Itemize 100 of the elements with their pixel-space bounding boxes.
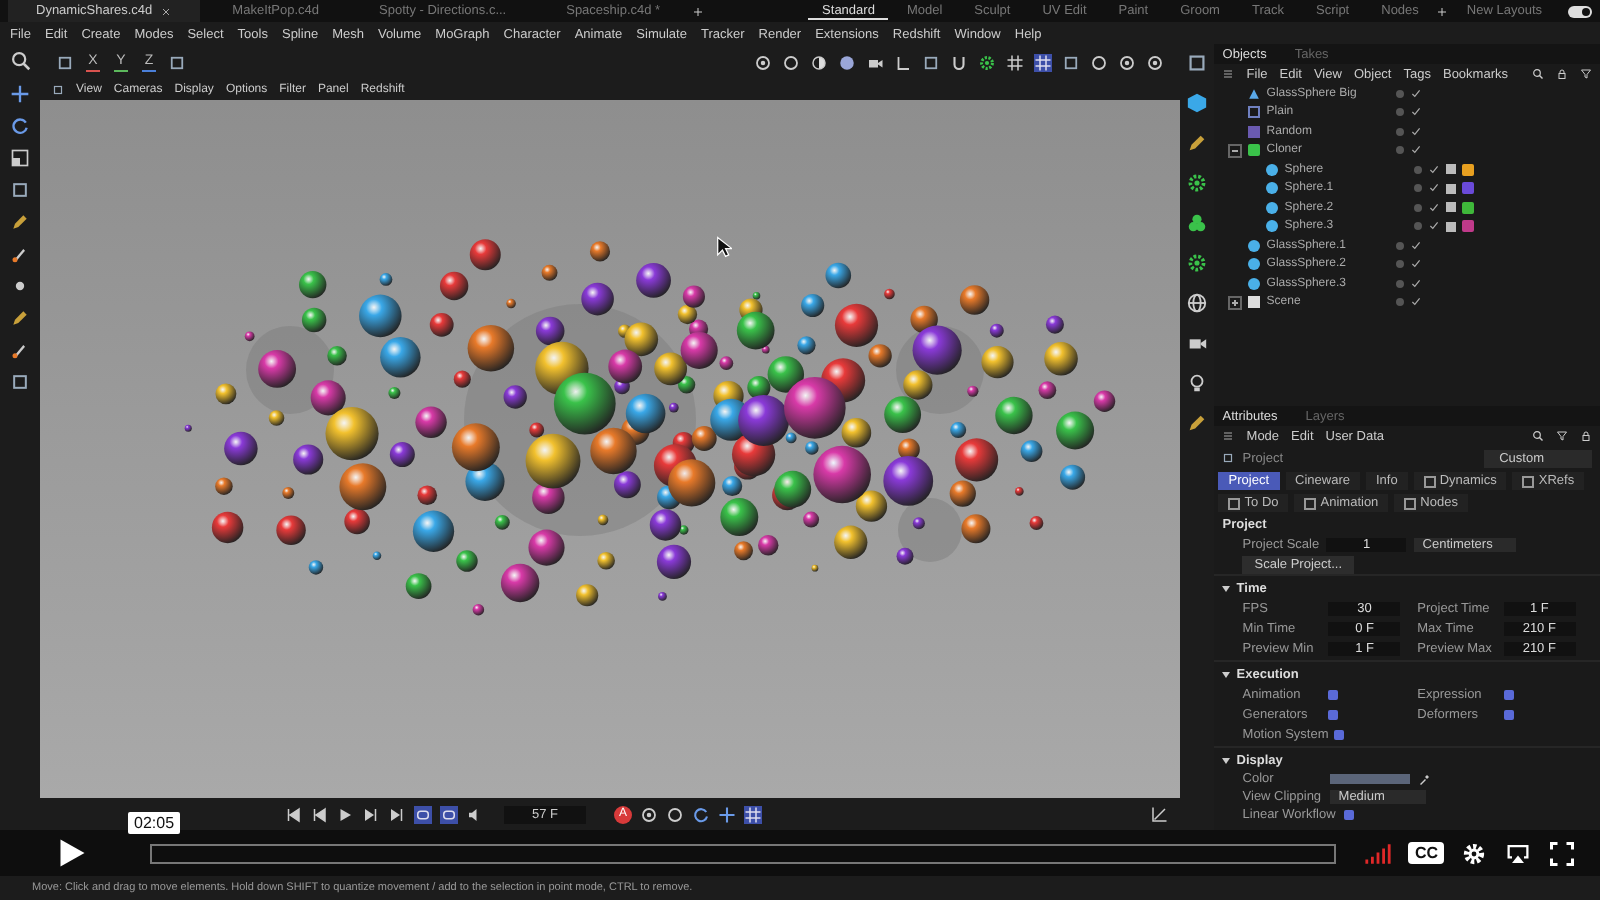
lock-icon[interactable] xyxy=(1580,430,1592,442)
gear-icon[interactable] xyxy=(1186,172,1209,194)
circle-icon[interactable] xyxy=(1146,54,1164,72)
visibility-dot-icon xyxy=(1396,298,1405,307)
play-icon[interactable] xyxy=(336,805,354,823)
visibility-dot-icon xyxy=(1396,108,1405,117)
globe-icon[interactable] xyxy=(1186,292,1209,314)
move-icon[interactable] xyxy=(718,805,737,823)
circle-icon[interactable] xyxy=(640,805,659,823)
rotate-icon[interactable] xyxy=(10,116,30,136)
lock-icon[interactable] xyxy=(1556,68,1568,80)
square-icon[interactable] xyxy=(1062,54,1080,72)
square-icon[interactable] xyxy=(10,180,30,200)
material-tag-icon[interactable] xyxy=(1462,201,1475,214)
pen-icon[interactable] xyxy=(1186,412,1209,434)
cube-icon[interactable] xyxy=(1186,92,1209,114)
progress-track[interactable] xyxy=(150,843,1337,863)
bulb-icon[interactable] xyxy=(1186,372,1209,394)
checkbox[interactable] xyxy=(1503,689,1514,699)
ring-icon[interactable] xyxy=(1090,54,1108,72)
bracket-icon xyxy=(1248,106,1261,119)
figure-icon xyxy=(1248,87,1261,100)
ring-icon[interactable] xyxy=(782,54,800,72)
visibility-dot-icon xyxy=(1414,203,1423,212)
square-icon xyxy=(1248,125,1261,138)
skip-icon[interactable] xyxy=(310,805,328,823)
visibility-dot-icon xyxy=(1414,222,1423,231)
cursor-icon xyxy=(716,236,732,258)
filter-icon[interactable] xyxy=(1580,68,1592,80)
sphere-icon[interactable] xyxy=(838,54,856,72)
pen-icon[interactable] xyxy=(1186,132,1209,154)
visibility-dot-icon xyxy=(1396,260,1405,269)
fullscreen-icon[interactable] xyxy=(1548,841,1576,865)
airplay-icon[interactable] xyxy=(1504,841,1532,865)
square-icon[interactable] xyxy=(1222,452,1235,464)
menu-icon[interactable] xyxy=(1222,68,1235,80)
ring-icon[interactable] xyxy=(666,805,685,823)
checkbox[interactable] xyxy=(1503,709,1514,719)
expand-icon[interactable] xyxy=(1228,295,1243,310)
filter-icon[interactable] xyxy=(1556,430,1568,442)
signal-bars-icon[interactable] xyxy=(1364,841,1393,865)
halfcircle-icon[interactable] xyxy=(810,54,828,72)
magnet-icon[interactable] xyxy=(950,54,968,72)
square-icon[interactable] xyxy=(922,54,940,72)
gridsel-icon[interactable] xyxy=(744,805,763,823)
search-icon[interactable] xyxy=(1532,430,1544,442)
corner-icon[interactable] xyxy=(894,54,912,72)
brush-icon[interactable] xyxy=(10,244,30,264)
circle-icon[interactable] xyxy=(1118,54,1136,72)
time-tooltip: 02:05 xyxy=(128,812,181,834)
graph-icon[interactable] xyxy=(1150,805,1168,823)
square-icon[interactable] xyxy=(1186,52,1209,74)
menu-icon[interactable] xyxy=(1222,430,1235,442)
plus-icon[interactable] xyxy=(1436,5,1449,17)
gear-icon[interactable] xyxy=(1186,252,1209,274)
square-icon[interactable] xyxy=(168,54,186,72)
skip-forward-icon[interactable] xyxy=(388,805,406,823)
collapse-icon[interactable] xyxy=(1228,143,1243,158)
close-icon[interactable] xyxy=(160,5,173,17)
scale-icon[interactable] xyxy=(10,148,30,168)
checkbox[interactable] xyxy=(1343,810,1354,820)
pen-icon[interactable] xyxy=(10,308,30,328)
eyedropper-icon[interactable] xyxy=(1418,773,1431,785)
visibility-dot-icon xyxy=(1396,89,1405,98)
material-tag-icon[interactable] xyxy=(1462,163,1475,176)
checkbox[interactable] xyxy=(1328,689,1339,699)
skip-forward-icon[interactable] xyxy=(362,805,380,823)
move-icon[interactable] xyxy=(10,84,30,104)
search-icon[interactable] xyxy=(1532,68,1544,80)
color-swatch[interactable] xyxy=(1330,774,1411,784)
visibility-dot-icon xyxy=(1396,241,1405,250)
rotate-icon[interactable] xyxy=(692,805,711,823)
search-icon[interactable] xyxy=(9,50,31,72)
visibility-dot-icon xyxy=(1414,165,1423,174)
square-icon[interactable] xyxy=(56,54,74,72)
dot-icon[interactable] xyxy=(10,276,30,296)
camera-icon[interactable] xyxy=(866,54,884,72)
visibility-dot-icon xyxy=(1396,146,1405,155)
visibility-dot-icon xyxy=(1396,127,1405,136)
material-tag-icon[interactable] xyxy=(1462,220,1475,233)
play-icon[interactable] xyxy=(56,838,86,868)
visibility-dot-icon xyxy=(1414,184,1423,193)
square-icon[interactable] xyxy=(52,84,64,96)
gear-icon[interactable] xyxy=(978,54,996,72)
gridsel-icon[interactable] xyxy=(1034,54,1052,72)
layout-toggle[interactable] xyxy=(1568,5,1592,17)
pen-icon[interactable] xyxy=(10,212,30,232)
cloner-icon xyxy=(1248,144,1261,157)
plus-icon[interactable] xyxy=(692,5,705,17)
brush-icon[interactable] xyxy=(10,340,30,360)
settings-icon[interactable] xyxy=(1460,841,1488,865)
scene-icon xyxy=(1248,296,1261,309)
captions-button[interactable]: CC xyxy=(1408,842,1444,864)
checkbox[interactable] xyxy=(1334,729,1345,739)
circle-icon[interactable] xyxy=(754,54,772,72)
cloner-icon[interactable] xyxy=(1186,212,1209,234)
checkbox[interactable] xyxy=(1328,709,1339,719)
skip-icon[interactable] xyxy=(284,805,302,823)
square-icon[interactable] xyxy=(10,372,30,392)
grid-icon[interactable] xyxy=(1006,54,1024,72)
